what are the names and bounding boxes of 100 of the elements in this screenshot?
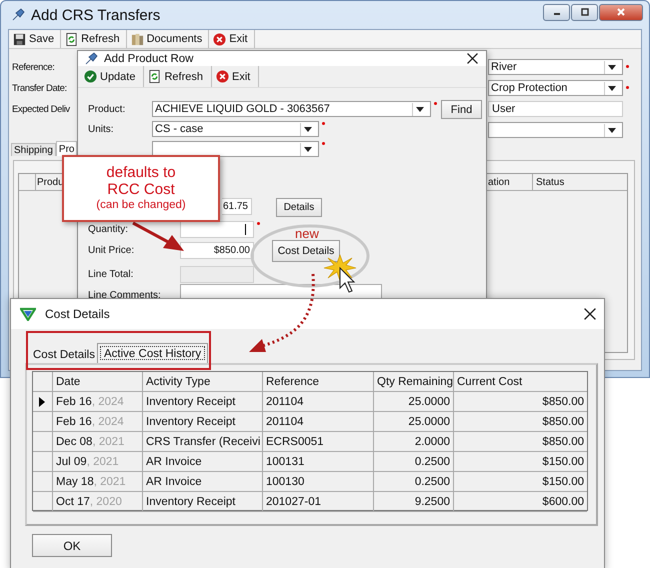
table-cell: 25.0000: [374, 392, 454, 411]
column-header: Qty Remaining: [374, 372, 454, 391]
close-icon: [584, 308, 596, 320]
triangle-icon: [20, 307, 36, 321]
table-cell: 100130: [263, 472, 374, 491]
required-marker: [626, 65, 629, 68]
maximize-button[interactable]: [571, 4, 598, 20]
dropdown-field[interactable]: [152, 141, 319, 157]
field-label: Quantity:: [88, 224, 128, 235]
field-label: Reference:: [12, 62, 54, 72]
toolbar-button[interactable]: Refresh: [61, 30, 127, 48]
dropdown-arrow-icon: [604, 124, 619, 136]
refresh-icon: [148, 70, 162, 83]
table-cell-text: $850.00: [541, 394, 585, 410]
callout-text: (can be changed): [96, 198, 186, 213]
toolbar-button[interactable]: Documents: [126, 30, 210, 48]
window-title: Add CRS Transfers: [31, 6, 160, 24]
table-cell: AR Invoice: [143, 452, 263, 471]
table-cell: 25.0000: [374, 412, 454, 431]
field-label: Unit Price:: [88, 245, 134, 256]
table-cell: AR Invoice: [143, 472, 263, 491]
close-button[interactable]: [465, 51, 480, 66]
documents-icon: [130, 32, 144, 46]
toolbar-button[interactable]: Refresh: [144, 66, 212, 87]
refresh-icon: [65, 32, 78, 46]
row-pointer-icon: [39, 396, 45, 406]
close-button[interactable]: [582, 306, 598, 322]
pin-icon: [84, 52, 98, 66]
table-cell: Inventory Receipt: [143, 412, 263, 431]
tab[interactable]: Shipping: [11, 143, 56, 156]
toolbar-button[interactable]: Update: [80, 66, 144, 87]
table-cell: 0.2500: [374, 452, 454, 471]
toolbar-button[interactable]: Exit: [209, 30, 255, 48]
table-cell: 201104: [263, 392, 374, 411]
table-cell: Feb 16, 2024: [53, 412, 143, 431]
tab[interactable]: Cost Details: [31, 346, 97, 363]
toolbar-button[interactable]: Exit: [212, 66, 260, 87]
column-header: Reference: [263, 372, 374, 391]
ok-button[interactable]: OK: [32, 534, 112, 557]
input-field[interactable]: $850.00: [180, 242, 254, 259]
field-label: Line Comments:: [88, 290, 161, 301]
annotation-text: new: [295, 226, 319, 241]
table-cell: 2.0000: [374, 432, 454, 451]
input-field[interactable]: 61.75: [222, 198, 252, 215]
field-label: Transfer Date:: [12, 82, 67, 94]
tab[interactable]: Pro: [56, 141, 78, 156]
table-cell: Feb 16, 2024: [53, 392, 143, 411]
arrow: [132, 222, 184, 251]
text-field[interactable]: User: [488, 101, 623, 117]
table-cell-text: $150.00: [541, 454, 585, 470]
table-cell: Inventory Receipt: [143, 392, 263, 411]
dialog-title: Cost Details: [45, 307, 110, 321]
column-header: Current Cost: [456, 374, 524, 390]
dropdown-arrow-icon: [604, 60, 619, 74]
check-icon: [84, 70, 97, 83]
column-header: Activity Type: [143, 372, 263, 391]
dialog-title: Add Product Row: [104, 52, 194, 64]
field-label: Units:: [88, 124, 114, 134]
tab[interactable]: Active Cost History: [97, 343, 208, 363]
close-icon: [216, 70, 230, 83]
input-field[interactable]: [180, 221, 254, 238]
dropdown-field[interactable]: ACHIEVE LIQUID GOLD - 3063567: [152, 101, 431, 117]
toolbar-button[interactable]: Save: [9, 30, 62, 48]
table-cell: May 18, 2021: [53, 472, 143, 491]
table-cell: 9.2500: [374, 492, 454, 511]
close-icon: [616, 8, 626, 16]
dropdown-arrow-icon: [300, 142, 315, 156]
table-cell: Inventory Receipt: [143, 492, 263, 511]
cost-details-button[interactable]: Cost Details: [272, 240, 340, 262]
maximize-icon: [580, 8, 590, 16]
close-icon: [467, 53, 478, 64]
table-cell: ECRS0051: [263, 432, 374, 451]
details-button[interactable]: Details: [276, 198, 322, 217]
pin-icon: [11, 8, 25, 22]
table-cell: 201027-01: [263, 492, 374, 511]
table-cell: Dec 08, 2021: [53, 432, 143, 451]
dropdown-field[interactable]: CS - case: [152, 121, 319, 137]
table-cell-text: $850.00: [541, 414, 585, 430]
field-label: Product:: [88, 104, 126, 114]
dropdown-field[interactable]: Crop Protection: [488, 80, 623, 96]
table-cell: Jul 09, 2021: [53, 452, 143, 471]
required-marker: [626, 86, 629, 89]
table-cell: Oct 17, 2020: [53, 492, 143, 511]
column-header: Date: [53, 372, 143, 391]
column-header: Status: [535, 176, 566, 190]
table-cell: 0.2500: [374, 472, 454, 491]
minimize-button[interactable]: [543, 4, 570, 20]
table-cell: CRS Transfer (Receivi: [143, 432, 263, 451]
dropdown-arrow-icon: [300, 122, 315, 136]
table-cell: 201104: [263, 412, 374, 431]
table-cell-text: $150.00: [541, 474, 585, 490]
text-cursor: [245, 224, 246, 235]
dropdown-arrow-icon: [604, 82, 619, 94]
field-label: Expected Deliv: [12, 104, 70, 114]
dropdown-field[interactable]: River: [488, 59, 623, 75]
dropdown-field[interactable]: [488, 122, 623, 138]
table-cell-text: $600.00: [541, 494, 585, 510]
close-icon: [213, 32, 226, 46]
find-button[interactable]: Find: [441, 100, 482, 119]
mouse-cursor-icon: [340, 266, 356, 293]
